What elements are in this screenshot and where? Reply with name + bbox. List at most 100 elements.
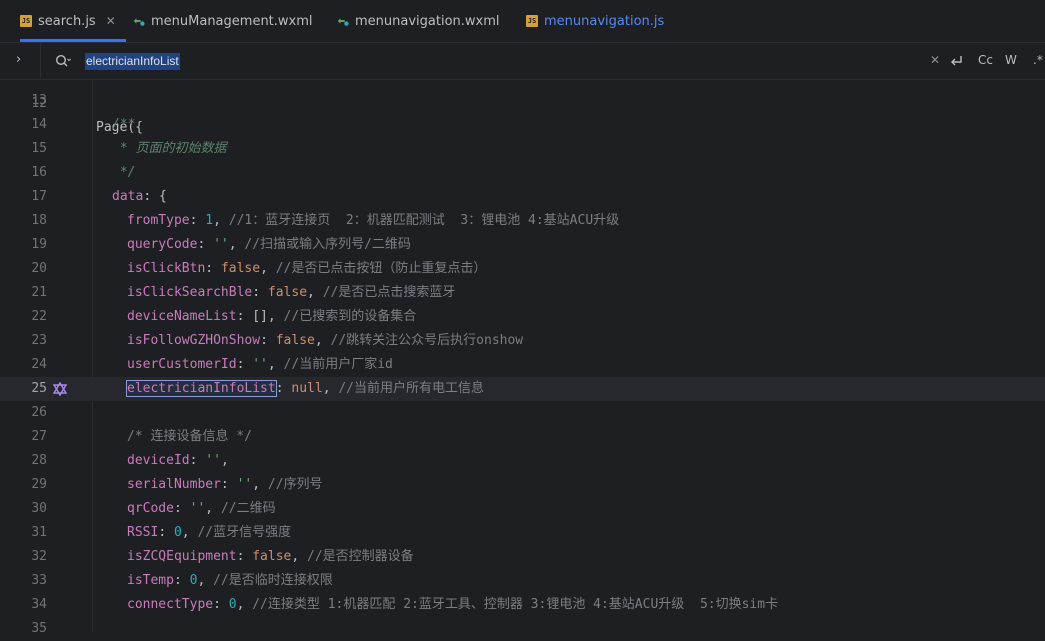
code-text: RSSI: 0, //蓝牙信号强度 [127,521,291,545]
property-value: '' [205,453,221,468]
code-text: deviceNameList: [], //已搜索到的设备集合 [127,305,416,329]
punctuation: , [228,237,245,252]
line-number: 27 [31,429,47,444]
tab-menunavigation-js[interactable]: JS menunavigation.js [526,0,664,42]
property-value: '' [236,477,253,492]
line-number: 30 [31,501,47,516]
code-line: 26 [0,401,1045,425]
punctuation: : [236,309,253,324]
line-number: 34 [31,597,47,612]
tab-label: menuManagement.wxml [151,13,313,29]
property-key: serialNumber [127,477,221,492]
code-line: 27 /* 连接设备信息 */ [0,425,1045,449]
property-key: userCustomerId [127,357,237,372]
code-text: userCustomerId: '', //当前用户厂家id [127,353,393,377]
line-comment: //扫描或输入序列号/二维码 [244,237,411,252]
tab-menunavigation-wxml[interactable]: menunavigation.wxml [337,0,500,42]
punctuation: : [236,357,253,372]
code-line: 34 connectType: 0, //连接类型 1:机器匹配 2:蓝牙工具、控… [0,593,1045,617]
code-line: 33 isTemp: 0, //是否临时连接权限 [0,569,1045,593]
property-value: false [267,285,308,300]
line-number: 20 [31,261,47,276]
property-key: fromType [127,213,190,228]
property-value: false [252,549,292,564]
code-editor[interactable]: 12 Page({ 13 14/** 15 * 页面的初始数据 16 */17 data… [0,80,1045,636]
line-comment: //当前用户厂家id [283,357,393,372]
regex-toggle[interactable]: .* [1033,53,1043,67]
line-number: 14 [31,117,47,132]
new-line-icon[interactable] [949,54,964,68]
js-file-icon: JS [526,15,538,27]
line-number: 29 [31,477,47,492]
editor-tab-bar: JS search.js ✕ menuManagement.wxml menun… [0,0,1045,43]
line-number: 31 [31,525,47,540]
code-text: electricianInfoList: null, //当前用户所有电工信息 [126,377,484,401]
code-text: /* 连接设备信息 */ [127,425,252,449]
line-number: 21 [31,285,47,300]
code-text: isTemp: 0, //是否临时连接权限 [127,569,333,593]
property-value: 0 [228,597,237,612]
code-text: isFollowGZHOnShow: false, //跳转关注公众号后执行on… [127,329,523,353]
code-line: 21 isClickSearchBle: false, //是否已点击搜索蓝牙 [0,281,1045,305]
punctuation: , [267,309,284,324]
clear-icon[interactable]: ✕ [930,53,940,67]
code-line: 32 isZCQEquipment: false, //是否控制器设备 [0,545,1045,569]
code-text: */ [112,161,136,185]
code-line: 13 [0,89,1045,113]
code-text: isZCQEquipment: false, //是否控制器设备 [127,545,414,569]
property-value: null [291,381,323,396]
line-comment: //二维码 [220,501,276,516]
code-line: 29 serialNumber: '', //序列号 [0,473,1045,497]
code-line: 22 deviceNameList: [], //已搜索到的设备集合 [0,305,1045,329]
code-text: deviceId: '', [127,449,229,473]
punctuation: : [158,525,174,540]
punctuation: , [213,213,229,228]
line-number: 17 [31,189,47,204]
line-number: 23 [31,333,47,348]
line-comment: //是否临时连接权限 [213,573,333,588]
line-number: 28 [31,453,47,468]
property-key: connectType [127,597,214,612]
whole-words-toggle[interactable]: W [1005,53,1017,67]
line-number: 26 [31,405,47,420]
gutter-marker-icon[interactable] [53,382,67,396]
line-number: 13 [31,93,47,108]
line-comment: //是否已点击按钮（防止重复点击） [275,261,487,276]
line-number: 33 [31,573,47,588]
punctuation: , [267,357,284,372]
tab-label: menunavigation.wxml [355,13,500,29]
punctuation: : [220,477,237,492]
punctuation: , [291,549,308,564]
code-text: * 页面的初始数据 [112,137,227,161]
line-number: 25 [31,381,47,396]
punctuation: : [189,213,206,228]
close-icon[interactable]: ✕ [106,14,116,28]
line-comment: //已搜索到的设备集合 [283,309,417,324]
line-comment: //当前用户所有电工信息 [338,381,484,396]
chevron-right-icon[interactable]: › [16,52,21,67]
line-number: 24 [31,357,47,372]
line-number: 35 [31,621,47,636]
match-case-toggle[interactable]: Cc [978,53,993,67]
code-line: 20 isClickBtn: false, //是否已点击按钮（防止重复点击） [0,257,1045,281]
line-comment: //跳转关注公众号后执行onshow [330,333,524,348]
js-file-icon: JS [20,15,32,27]
block-comment: /* 连接设备信息 */ [127,429,252,444]
tab-menumanagement-wxml[interactable]: menuManagement.wxml [133,0,313,42]
code-line: 31 RSSI: 0, //蓝牙信号强度 [0,521,1045,545]
property-key: RSSI [127,525,159,540]
line-comment: //是否控制器设备 [307,549,414,564]
property-value: '' [189,501,206,516]
code-line: 35 [0,617,1045,641]
search-icon[interactable] [55,54,71,68]
code-line: 23 isFollowGZHOnShow: false, //跳转关注公众号后执行… [0,329,1045,353]
tab-search-js[interactable]: JS search.js ✕ [20,0,126,42]
code-text: connectType: 0, //连接类型 1:机器匹配 2:蓝牙工具、控制器… [127,593,778,617]
punctuation: , [236,597,253,612]
property-key: isTemp [127,573,174,588]
line-comment: //连接类型 1:机器匹配 2:蓝牙工具、控制器 3:锂电池 4:基站ACU升级… [252,597,779,612]
code-line: 15 * 页面的初始数据 [0,137,1045,161]
punctuation: , [197,573,214,588]
line-comment: //是否已点击搜索蓝牙 [322,285,456,300]
punctuation: , [322,381,339,396]
